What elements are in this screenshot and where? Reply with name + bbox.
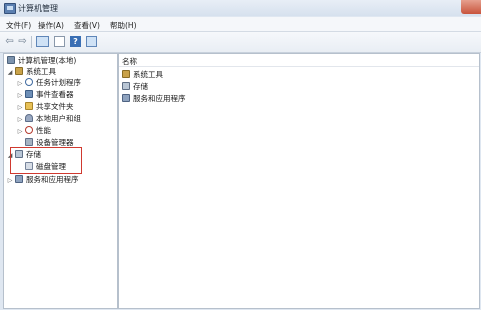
window-title: 计算机管理 xyxy=(18,4,58,13)
title-bar: 计算机管理 xyxy=(0,0,481,16)
event-viewer-icon xyxy=(25,90,33,98)
show-hide-tree-icon[interactable] xyxy=(36,36,49,47)
tree-item-label: 系统工具 xyxy=(26,67,56,76)
users-icon xyxy=(25,114,33,122)
expand-arrow-icon[interactable]: ▷ xyxy=(17,102,23,113)
tree-root[interactable]: 计算机管理(本地) xyxy=(7,55,76,66)
back-arrow-icon[interactable]: ⇦ xyxy=(4,36,15,47)
computer-management-icon xyxy=(4,3,16,14)
toolbar-divider xyxy=(31,36,32,48)
expand-arrow-icon[interactable]: ▷ xyxy=(17,78,23,89)
list-item-label: 服务和应用程序 xyxy=(133,94,186,103)
list-item-label: 存储 xyxy=(133,82,148,91)
expand-arrow-icon[interactable]: ▷ xyxy=(17,90,23,101)
tree-item-label: 任务计划程序 xyxy=(36,78,81,87)
help-icon[interactable]: ? xyxy=(70,36,81,47)
services-icon xyxy=(122,94,130,102)
tree-item-performance[interactable]: ▷ 性能 xyxy=(17,125,51,136)
tree-item-event-viewer[interactable]: ▷ 事件查看器 xyxy=(17,89,74,100)
tree-item-label: 性能 xyxy=(36,126,51,135)
results-pane: 名称 系统工具 存储 服务和应用程序 xyxy=(118,53,480,309)
highlight-box xyxy=(10,147,82,174)
expand-arrow-icon[interactable]: ▷ xyxy=(7,175,13,186)
menu-bar: 文件(F) 操作(A) 查看(V) 帮助(H) xyxy=(0,17,481,32)
tools-icon xyxy=(122,70,130,78)
toolbar: ⇦ ⇨ ? xyxy=(0,32,481,53)
tree-item-local-users[interactable]: ▷ 本地用户和组 xyxy=(17,113,81,124)
storage-icon xyxy=(122,82,130,90)
list-item-services[interactable]: 服务和应用程序 xyxy=(122,93,186,104)
tree-item-label: 本地用户和组 xyxy=(36,114,81,123)
tree-item-system-tools[interactable]: ◢ 系统工具 xyxy=(7,66,56,77)
tree-item-services[interactable]: ▷ 服务和应用程序 xyxy=(7,174,79,185)
tree-item-label: 事件查看器 xyxy=(36,90,74,99)
close-button[interactable] xyxy=(461,0,481,14)
services-icon xyxy=(15,175,23,183)
tree-item-label: 设备管理器 xyxy=(36,138,74,147)
tree-root-label: 计算机管理(本地) xyxy=(18,56,77,65)
collapse-arrow-icon[interactable]: ◢ xyxy=(7,67,13,78)
menu-action[interactable]: 操作(A) xyxy=(38,20,64,31)
tree-item-label: 服务和应用程序 xyxy=(26,175,79,184)
column-header-label: 名称 xyxy=(122,57,137,66)
performance-icon xyxy=(25,126,33,134)
computer-icon xyxy=(7,56,15,64)
device-manager-icon xyxy=(25,138,33,146)
list-item-storage[interactable]: 存储 xyxy=(122,81,148,92)
up-level-icon[interactable] xyxy=(54,36,65,47)
tree-item-shared-folders[interactable]: ▷ 共享文件夹 xyxy=(17,101,74,112)
shared-folder-icon xyxy=(25,102,33,110)
tools-icon xyxy=(15,67,23,75)
console-tree: 计算机管理(本地) ◢ 系统工具 ▷ 任务计划程序 ▷ 事件查看器 ▷ 共享文件夹 ▷ 本… xyxy=(3,53,118,309)
tree-item-task-scheduler[interactable]: ▷ 任务计划程序 xyxy=(17,77,81,88)
action-pane-icon[interactable] xyxy=(86,36,97,47)
column-header-name[interactable]: 名称 xyxy=(119,54,479,67)
expand-arrow-icon[interactable]: ▷ xyxy=(17,126,23,137)
menu-help[interactable]: 帮助(H) xyxy=(110,20,137,31)
list-item-label: 系统工具 xyxy=(133,70,163,79)
tree-item-label: 共享文件夹 xyxy=(36,102,74,111)
clock-icon xyxy=(25,78,33,86)
expand-arrow-icon[interactable]: ▷ xyxy=(17,114,23,125)
menu-file[interactable]: 文件(F) xyxy=(6,20,31,31)
forward-arrow-icon[interactable]: ⇨ xyxy=(17,36,28,47)
menu-view[interactable]: 查看(V) xyxy=(74,20,100,31)
list-item-system-tools[interactable]: 系统工具 xyxy=(122,69,163,80)
